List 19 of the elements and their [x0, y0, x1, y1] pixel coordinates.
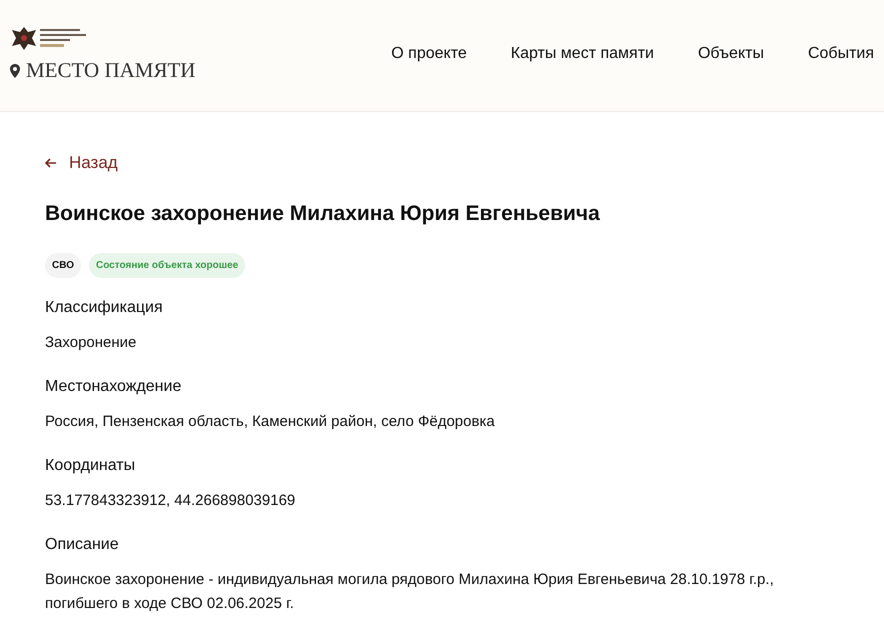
arrow-left-icon [45, 158, 57, 168]
nav-link[interactable]: О проекте [391, 42, 467, 66]
field-label: Координаты [45, 456, 136, 476]
nav-link[interactable]: Карты мест памяти [510, 42, 654, 66]
tag: СВО [45, 253, 81, 278]
site-name: МЕСТО ПАМЯТИ [26, 60, 196, 81]
page-title: Воинское захоронение Милахина Юрия Евгеньевича [45, 200, 601, 226]
nav-link[interactable]: Объекты [698, 42, 764, 66]
back-link[interactable]: Назад [45, 150, 118, 176]
field-label: Местонахождение [45, 377, 182, 397]
field-value: 53.177843323912, 44.266898039169 [45, 491, 296, 511]
field-label: Классификация [45, 298, 164, 318]
tag: Состояние объекта хорошее [88, 253, 246, 278]
field-value: Захоронение [45, 333, 138, 353]
field-value: Россия, Пензенская область, Каменский район, село Фёдоровка [45, 412, 496, 432]
field-label: Описание [45, 535, 120, 555]
nav-link[interactable]: События [808, 42, 874, 66]
field-value: Воинское захоронение - индивидуальная могила рядового Милахина Юрия Евгеньевича 28.10.1978 г.р., погибшего в ходе СВО 02.06.2025 г. [45, 570, 775, 614]
location-pin-icon [10, 64, 20, 78]
